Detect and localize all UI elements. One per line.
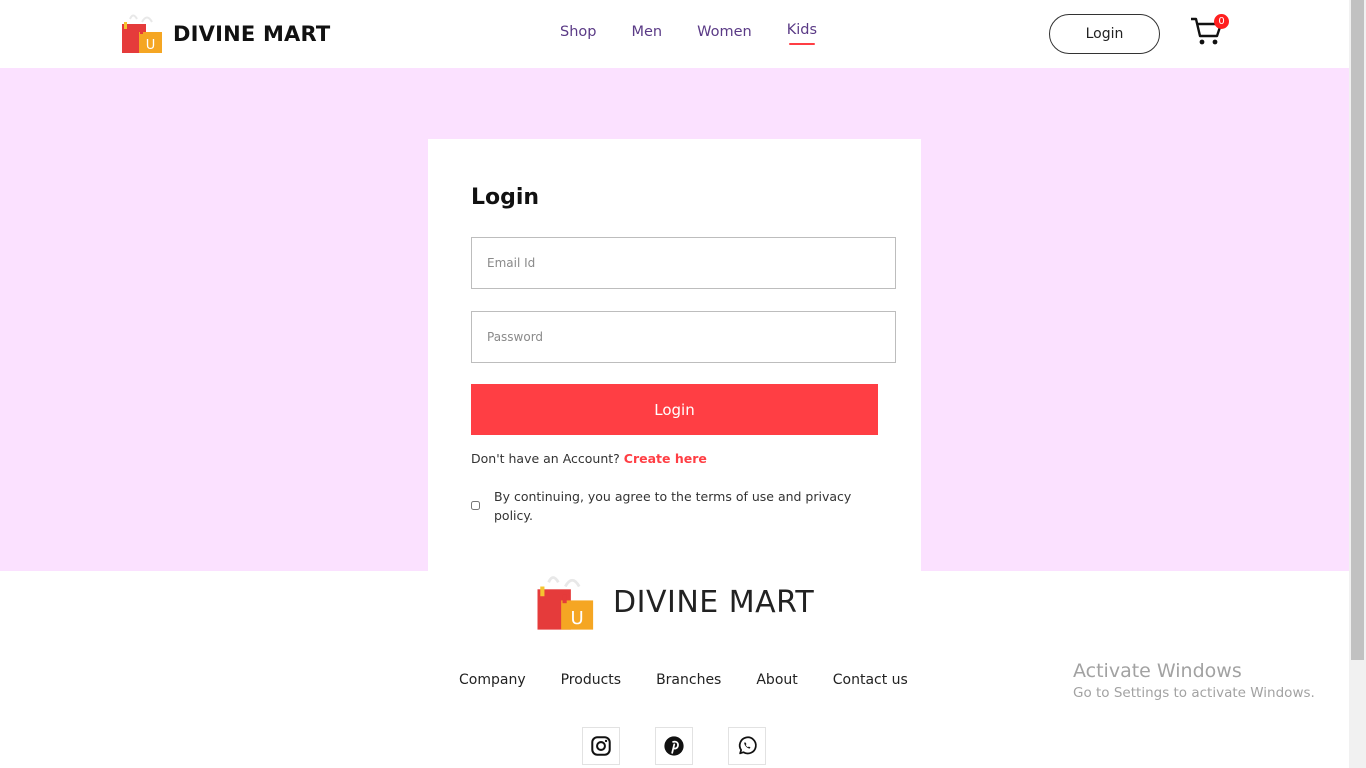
shopping-bags-icon: U	[122, 14, 162, 53]
terms-text: By continuing, you agree to the terms of…	[494, 489, 852, 523]
activate-subtitle: Go to Settings to activate Windows.	[1073, 685, 1315, 701]
password-field[interactable]	[471, 311, 896, 363]
email-field[interactable]	[471, 237, 896, 289]
footer-link-products[interactable]: Products	[561, 672, 621, 688]
nav-women[interactable]: Women	[697, 24, 752, 48]
svg-text:U: U	[571, 608, 584, 629]
login-card: Login Login Don't have an Account? Creat…	[428, 139, 921, 571]
whatsapp-link[interactable]	[728, 727, 766, 765]
nav-men[interactable]: Men	[631, 24, 662, 48]
brand-logo[interactable]: U DIVINE MART	[121, 13, 330, 54]
create-account-link[interactable]: Create here	[624, 451, 707, 466]
instagram-link[interactable]	[582, 727, 620, 765]
signup-prompt: Don't have an Account? Create here	[471, 451, 707, 466]
footer-link-about[interactable]: About	[756, 672, 797, 688]
footer-link-contact[interactable]: Contact us	[833, 672, 908, 688]
footer-link-company[interactable]: Company	[459, 672, 526, 688]
shopping-bags-icon: U	[537, 576, 594, 630]
header-login-button[interactable]: Login	[1049, 14, 1160, 54]
svg-text:U: U	[146, 38, 156, 53]
footer-links: Company Products Branches About Contact …	[459, 672, 943, 688]
scrollbar-thumb[interactable]	[1351, 0, 1364, 660]
instagram-icon	[591, 736, 611, 756]
login-title: Login	[471, 185, 540, 210]
pinterest-icon	[664, 736, 684, 756]
terms-agreement: By continuing, you agree to the terms of…	[471, 487, 891, 525]
footer-logo[interactable]: U DIVINE MART	[536, 574, 814, 631]
footer-brand-name: DIVINE MART	[613, 585, 815, 620]
terms-checkbox[interactable]	[471, 501, 480, 510]
signup-prompt-text: Don't have an Account?	[471, 451, 620, 466]
nav-shop[interactable]: Shop	[560, 24, 596, 48]
pinterest-link[interactable]	[655, 727, 693, 765]
main-nav: Shop Men Women Kids	[560, 22, 852, 48]
site-header: U DIVINE MART Shop Men Women Kids Login …	[0, 0, 1349, 68]
whatsapp-icon	[738, 736, 757, 755]
windows-activation-watermark: Activate Windows Go to Settings to activ…	[1073, 660, 1315, 701]
brand-name: DIVINE MART	[173, 21, 331, 46]
cart-count-badge: 0	[1214, 14, 1229, 29]
nav-kids[interactable]: Kids	[787, 22, 817, 46]
login-submit-button[interactable]: Login	[471, 384, 878, 435]
footer-link-branches[interactable]: Branches	[656, 672, 721, 688]
activate-title: Activate Windows	[1073, 660, 1242, 682]
